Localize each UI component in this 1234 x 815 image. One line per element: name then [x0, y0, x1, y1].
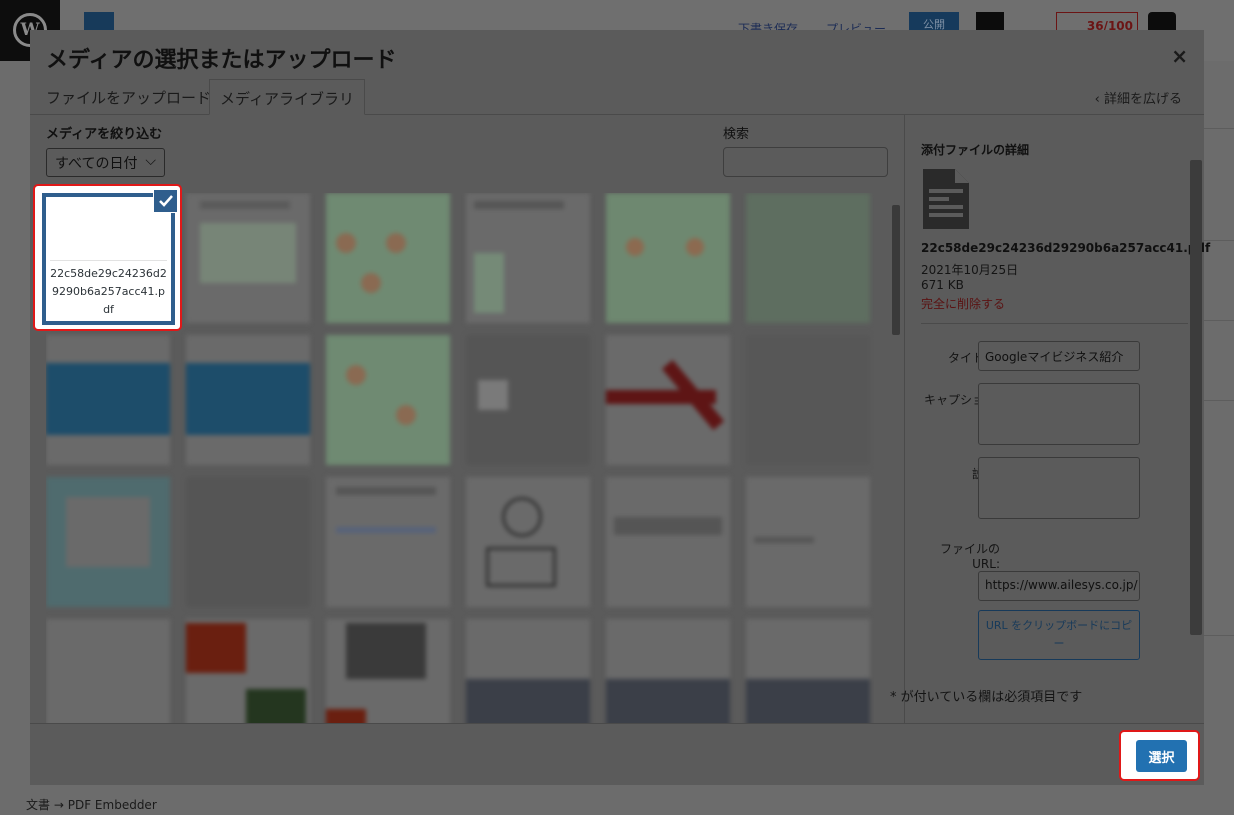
filter-media-label: メディアを絞り込む — [46, 127, 163, 142]
media-thumbnail[interactable] — [466, 619, 590, 723]
media-thumbnail[interactable] — [606, 477, 730, 607]
checkmark-icon[interactable] — [153, 189, 178, 213]
modal-footer — [30, 723, 1204, 785]
details-size: 671 KB — [921, 278, 964, 292]
file-url-label: ファイルの URL: — [920, 540, 1000, 571]
media-thumbnail[interactable] — [186, 193, 310, 323]
details-scrollbar[interactable] — [1190, 160, 1202, 635]
search-input[interactable] — [723, 147, 888, 177]
select-button[interactable]: 選択 — [1136, 740, 1187, 772]
media-thumbnail[interactable] — [326, 619, 450, 723]
expand-details-link[interactable]: ‹ 詳細を広げる — [1095, 88, 1182, 107]
copy-url-button[interactable]: URL をクリップボードにコピー — [978, 610, 1140, 660]
date-filter-value: すべての日付 — [55, 156, 138, 172]
tab-media-library[interactable]: メディアライブラリ — [209, 79, 365, 115]
media-thumbnail[interactable] — [326, 193, 450, 323]
divider — [1204, 635, 1234, 636]
details-date: 2021年10月25日 — [921, 263, 1019, 277]
required-note: * が付いている欄は必須項目です — [890, 690, 1083, 705]
divider — [1204, 128, 1234, 129]
breadcrumb-separator: → — [53, 798, 64, 812]
divider — [921, 323, 1188, 324]
media-thumbnail[interactable] — [186, 335, 310, 465]
title-field[interactable]: Googleマイビジネス紹介 — [978, 341, 1140, 371]
grid-scrollbar-thumb[interactable] — [892, 205, 900, 335]
media-thumbnail[interactable] — [606, 619, 730, 723]
breadcrumb-item[interactable]: 文書 — [26, 798, 50, 812]
caption-field[interactable] — [978, 383, 1140, 445]
media-thumbnail[interactable] — [606, 335, 730, 465]
breadcrumb: 文書 → PDF Embedder — [26, 796, 157, 813]
document-icon — [923, 169, 969, 229]
media-thumbnail[interactable] — [46, 619, 170, 723]
breadcrumb-item[interactable]: PDF Embedder — [68, 798, 157, 812]
file-url-label-line: URL: — [972, 557, 1000, 571]
close-icon[interactable]: × — [1171, 44, 1188, 68]
editor-sidebar — [1204, 61, 1234, 791]
media-thumbnail[interactable] — [746, 477, 870, 607]
details-filename: 22c58de29c24236d29290b6a257acc41.pdf — [921, 241, 1211, 255]
divider — [1204, 400, 1234, 401]
media-thumbnail[interactable] — [326, 477, 450, 607]
modal-title: メディアの選択またはアップロード — [46, 48, 397, 73]
media-thumbnail[interactable] — [186, 477, 310, 607]
media-thumbnail[interactable] — [746, 619, 870, 723]
media-thumbnail[interactable] — [746, 335, 870, 465]
file-url-field[interactable]: https://www.ailesys.co.jp/ — [978, 571, 1140, 601]
search-label: 検索 — [723, 127, 750, 142]
description-field[interactable] — [978, 457, 1140, 519]
media-thumbnail[interactable] — [466, 193, 590, 323]
media-thumbnail[interactable] — [186, 619, 310, 723]
media-thumbnail[interactable] — [46, 477, 170, 607]
file-url-label-line: ファイルの — [939, 542, 1000, 556]
details-heading: 添付ファイルの詳細 — [921, 143, 1030, 157]
date-filter-select[interactable]: すべての日付 ⌵ — [46, 148, 165, 177]
chevron-down-icon: ⌵ — [145, 153, 156, 169]
media-thumbnail[interactable] — [746, 193, 870, 323]
media-thumbnail[interactable] — [606, 193, 730, 323]
editor-footer — [0, 791, 1234, 815]
delete-permanently-link[interactable]: 完全に削除する — [921, 295, 1005, 312]
divider — [1204, 320, 1234, 321]
tab-upload-files[interactable]: ファイルをアップロード — [36, 79, 221, 115]
modal-tabs: ファイルをアップロード メディアライブラリ — [30, 79, 1204, 115]
media-thumbnail[interactable] — [466, 477, 590, 607]
selected-item-filename: 22c58de29c24236d29290b6a257acc41.pdf — [50, 260, 167, 317]
media-thumbnail[interactable] — [326, 335, 450, 465]
media-thumbnail[interactable] — [46, 335, 170, 465]
media-thumbnail[interactable] — [466, 335, 590, 465]
